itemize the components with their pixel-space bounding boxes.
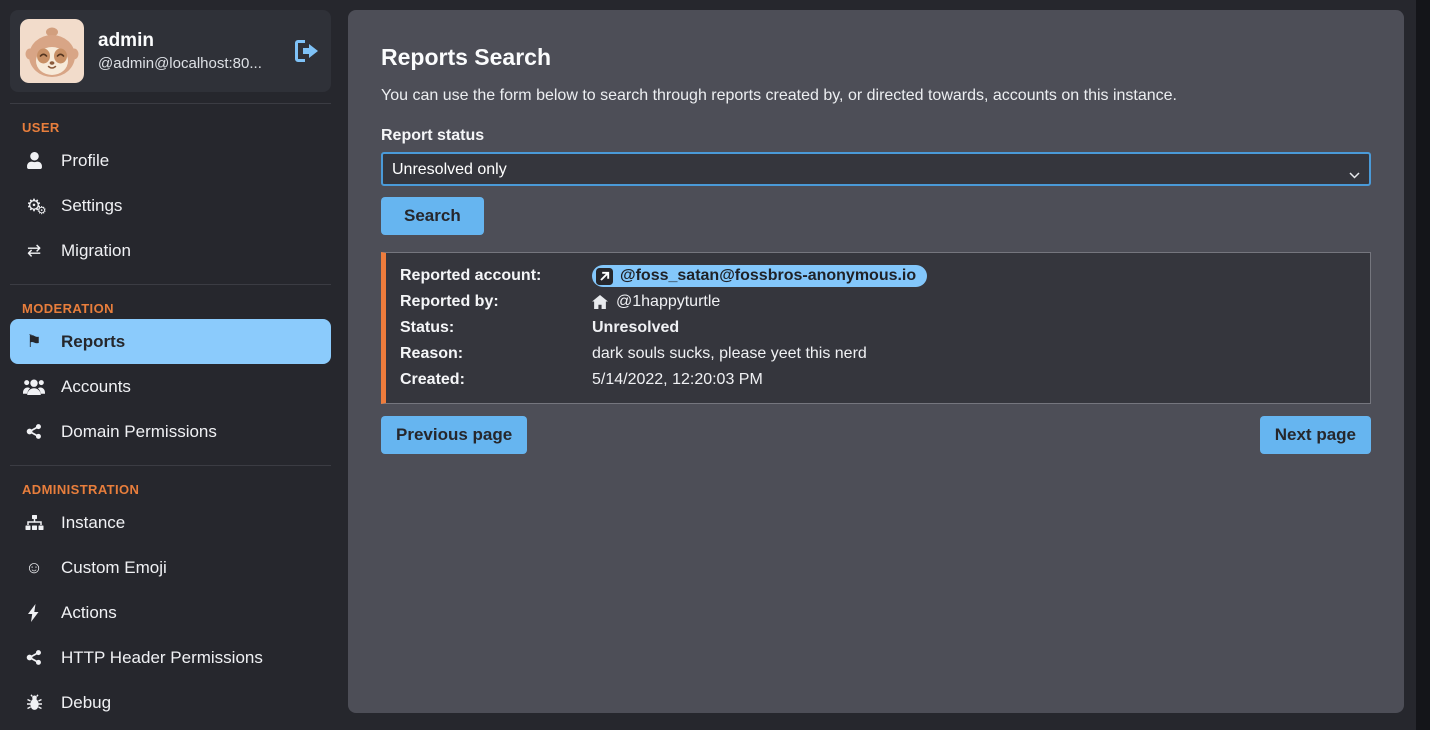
- reports-search-panel: Reports Search You can use the form belo…: [348, 10, 1404, 713]
- divider: [10, 465, 331, 466]
- sidebar-item-actions[interactable]: Actions: [10, 590, 331, 635]
- users-icon: [22, 378, 46, 396]
- user-info: admin @admin@localhost:80...: [98, 30, 262, 72]
- report-card[interactable]: Reported account: @foss_satan@fossbros-a…: [381, 252, 1371, 404]
- smiley-icon: ☺: [22, 559, 46, 576]
- home-icon: [592, 295, 608, 309]
- report-created-value: 5/14/2022, 12:20:03 PM: [592, 367, 1356, 393]
- sidebar-item-label: Reports: [61, 332, 125, 352]
- bug-icon: [22, 694, 46, 711]
- sidebar-item-instance[interactable]: Instance: [10, 500, 331, 545]
- pagination: Previous page Next page: [381, 416, 1371, 454]
- sidebar-item-label: Domain Permissions: [61, 422, 217, 442]
- reported-account-handle: @foss_satan@fossbros-anonymous.io: [620, 266, 916, 286]
- username: admin: [98, 30, 262, 52]
- sidebar: admin @admin@localhost:80... USER Profil…: [10, 10, 331, 725]
- report-field-label: Reported by:: [400, 289, 592, 315]
- report-field-label: Status:: [400, 315, 592, 341]
- sidebar-item-label: HTTP Header Permissions: [61, 648, 263, 668]
- divider: [10, 103, 331, 104]
- sidebar-item-label: Instance: [61, 513, 125, 533]
- next-page-button[interactable]: Next page: [1260, 416, 1371, 454]
- user-card[interactable]: admin @admin@localhost:80...: [10, 10, 331, 92]
- report-field-label: Reason:: [400, 341, 592, 367]
- sidebar-item-reports[interactable]: ⚑ Reports: [10, 319, 331, 364]
- share-nodes-icon: [22, 423, 46, 440]
- reported-account-badge[interactable]: @foss_satan@fossbros-anonymous.io: [592, 265, 927, 287]
- sidebar-item-custom-emoji[interactable]: ☺ Custom Emoji: [10, 545, 331, 590]
- avatar: [20, 19, 84, 83]
- section-header-moderation: MODERATION: [10, 296, 331, 319]
- report-field-label: Reported account:: [400, 263, 592, 289]
- sidebar-item-migration[interactable]: ⇄ Migration: [10, 228, 331, 273]
- sidebar-item-label: Settings: [61, 196, 122, 216]
- section-header-user: USER: [10, 115, 331, 138]
- report-field-value: @1happyturtle: [592, 289, 1356, 315]
- settings-app: admin @admin@localhost:80... USER Profil…: [0, 0, 1430, 730]
- section-header-administration: ADMINISTRATION: [10, 477, 331, 500]
- sign-out-icon[interactable]: [295, 40, 321, 62]
- sidebar-item-label: Custom Emoji: [61, 558, 167, 578]
- report-reason-value: dark souls sucks, please yeet this nerd: [592, 341, 1356, 367]
- sidebar-item-label: Migration: [61, 241, 131, 261]
- share-nodes-icon: [22, 649, 46, 666]
- sidebar-item-debug[interactable]: Debug: [10, 680, 331, 725]
- report-status-select-wrap: Unresolved only: [381, 152, 1371, 186]
- page-description: You can use the form below to search thr…: [381, 87, 1371, 105]
- sidebar-item-accounts[interactable]: Accounts: [10, 364, 331, 409]
- exchange-arrows-icon: ⇄: [22, 242, 46, 259]
- sidebar-item-profile[interactable]: Profile: [10, 138, 331, 183]
- sidebar-item-domain-permissions[interactable]: Domain Permissions: [10, 409, 331, 454]
- previous-page-button[interactable]: Previous page: [381, 416, 527, 454]
- sidebar-item-label: Accounts: [61, 377, 131, 397]
- report-field-value: @foss_satan@fossbros-anonymous.io: [592, 263, 1356, 289]
- report-field-label: Created:: [400, 367, 592, 393]
- sidebar-item-label: Profile: [61, 151, 109, 171]
- scrollbar[interactable]: [1416, 0, 1430, 730]
- sidebar-item-settings[interactable]: ⚙⚙ Settings: [10, 183, 331, 228]
- reporter-handle: @1happyturtle: [616, 289, 720, 315]
- sidebar-item-http-header-permissions[interactable]: HTTP Header Permissions: [10, 635, 331, 680]
- flag-icon: ⚑: [22, 333, 46, 350]
- report-status-label: Report status: [381, 127, 1371, 145]
- gears-icon: ⚙⚙: [22, 197, 46, 214]
- external-link-icon: [596, 268, 613, 285]
- page-title: Reports Search: [381, 44, 1371, 71]
- search-button[interactable]: Search: [381, 197, 484, 235]
- divider: [10, 284, 331, 285]
- sidebar-item-label: Actions: [61, 603, 117, 623]
- bolt-icon: [22, 604, 46, 622]
- sitemap-icon: [22, 515, 46, 531]
- sidebar-item-label: Debug: [61, 693, 111, 713]
- report-status-select[interactable]: Unresolved only: [381, 152, 1371, 186]
- user-handle: @admin@localhost:80...: [98, 55, 262, 72]
- report-status-value: Unresolved: [592, 315, 1356, 341]
- user-icon: [22, 152, 46, 169]
